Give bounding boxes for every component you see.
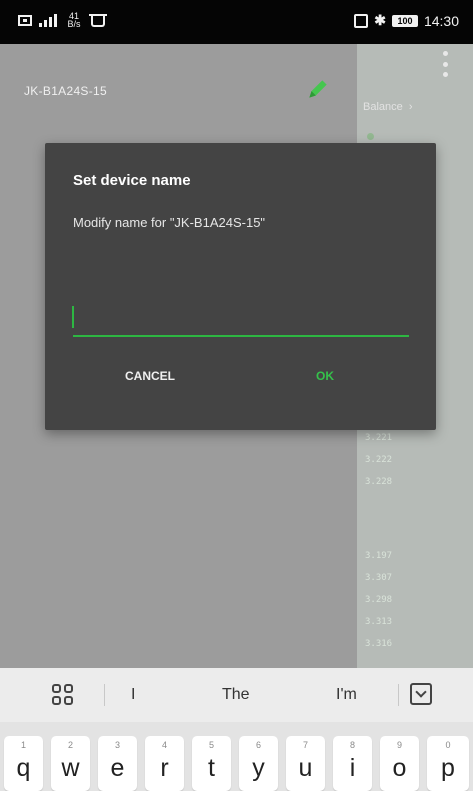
overflow-menu-icon[interactable] [443,51,449,77]
suggestion-item[interactable]: I [131,686,135,704]
cell-voltage: 3.313 [365,617,393,627]
key-u[interactable]: 7 u [286,736,325,791]
cell-voltage: 3.222 [365,455,393,465]
sim-icon [18,14,32,26]
status-right: ✱ 100 14:30 [354,12,459,29]
status-left: 41 B/s [18,12,107,29]
key-char: w [61,754,80,782]
notification-icon [89,13,107,27]
ok-button[interactable]: OK [308,365,342,387]
key-hint: 5 [208,740,214,750]
hide-keyboard-icon[interactable] [410,683,432,705]
key-hint: 9 [396,740,402,750]
key-i[interactable]: 8 i [333,736,372,791]
suggestion-divider [398,684,399,706]
cell-voltage: 3.316 [365,639,393,649]
key-char: e [110,754,125,782]
balance-status-dot [367,133,374,140]
dialog-title: Set device name [73,172,191,189]
key-hint: 4 [161,740,167,750]
key-e[interactable]: 3 e [98,736,137,791]
signal-icon [39,13,57,27]
key-char: r [160,754,169,782]
battery-icon: 100 [391,14,418,27]
chevron-right-icon: › [405,101,413,113]
set-device-name-dialog: Set device name Modify name for "JK-B1A2… [45,143,436,430]
key-hint: 6 [255,740,261,750]
key-hint: 3 [114,740,120,750]
key-w[interactable]: 2 w [51,736,90,791]
key-char: i [349,754,356,782]
keyboard: 1 q 2 w 3 e 4 r 5 t 6 y 7 u 8 i 9 o 0 p [0,722,473,791]
cell-voltage: 3.197 [365,551,393,561]
network-speed-unit: B/s [67,19,81,29]
key-r[interactable]: 4 r [145,736,184,791]
key-char: y [252,754,265,782]
screen: 41 B/s ✱ 100 14:30 JK-B1A24S-15 Balance … [0,0,473,791]
suggestion-item[interactable]: I'm [336,686,357,704]
key-hint: 1 [20,740,26,750]
key-hint: 7 [302,740,308,750]
key-char: o [392,754,407,782]
text-cursor [72,306,74,328]
suggestion-divider [104,684,105,706]
keyboard-suggestion-bar: I The I'm [0,668,473,722]
nfc-icon [354,13,369,28]
key-char: u [298,754,313,782]
key-char: q [16,754,31,782]
pencil-edit-icon[interactable] [305,76,331,102]
key-hint: 2 [67,740,73,750]
cell-voltage: 3.221 [365,433,393,443]
key-o[interactable]: 9 o [380,736,419,791]
network-speed: 41 B/s [64,12,84,29]
bluetooth-icon: ✱ [374,12,386,28]
cell-voltage: 3.298 [365,595,393,605]
key-hint: 8 [349,740,355,750]
status-bar: 41 B/s ✱ 100 14:30 [0,0,473,44]
balance-label[interactable]: Balance › [363,101,413,113]
cell-voltage: 3.228 [365,477,393,487]
cancel-button[interactable]: CANCEL [117,365,183,387]
suggestion-item[interactable]: The [222,686,250,704]
device-title: JK-B1A24S-15 [24,84,107,98]
key-hint: 0 [445,740,451,750]
key-y[interactable]: 6 y [239,736,278,791]
device-name-input[interactable] [73,303,409,337]
key-p[interactable]: 0 p [427,736,469,791]
cell-voltage: 3.307 [365,573,393,583]
balance-label-text: Balance [363,101,403,113]
key-q[interactable]: 1 q [4,736,43,791]
key-char: t [208,754,215,782]
key-char: p [441,754,455,782]
key-t[interactable]: 5 t [192,736,231,791]
apps-grid-icon[interactable] [52,684,74,706]
clock: 14:30 [423,12,459,29]
dialog-message: Modify name for "JK-B1A24S-15" [73,215,266,230]
